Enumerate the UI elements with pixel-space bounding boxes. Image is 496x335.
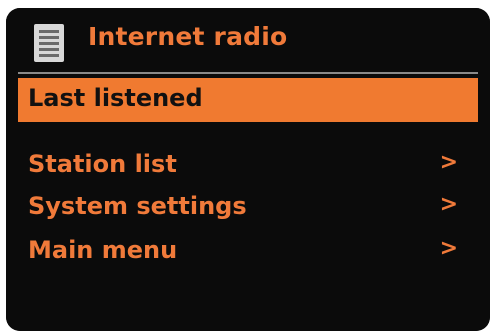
list-menu-icon-line	[39, 30, 59, 33]
chevron-right-icon: >	[439, 236, 458, 261]
header-divider	[18, 72, 478, 74]
page-title: Internet radio	[88, 22, 288, 51]
list-menu-icon-line	[39, 36, 59, 39]
radio-display: Internet radio Last listened Station lis…	[6, 8, 490, 331]
list-menu-icon-line	[39, 48, 59, 51]
chevron-right-icon: >	[439, 150, 458, 175]
menu-item-label: Station list	[28, 150, 177, 178]
list-menu-icon-line	[39, 54, 59, 57]
menu-item-label: Main menu	[28, 236, 178, 264]
menu-item-system-settings[interactable]: System settings >	[18, 186, 478, 230]
list-menu-icon-line	[39, 42, 59, 45]
menu-item-label: Last listened	[28, 84, 203, 112]
menu-item-label: System settings	[28, 192, 247, 220]
device-bezel: Internet radio Last listened Station lis…	[6, 8, 490, 331]
menu-item-station-list[interactable]: Station list >	[18, 144, 478, 188]
list-menu-icon	[34, 24, 64, 62]
menu-item-main-menu[interactable]: Main menu >	[18, 230, 478, 274]
header: Internet radio	[6, 8, 490, 68]
chevron-right-icon: >	[439, 192, 458, 217]
menu-item-last-listened[interactable]: Last listened	[18, 78, 478, 122]
